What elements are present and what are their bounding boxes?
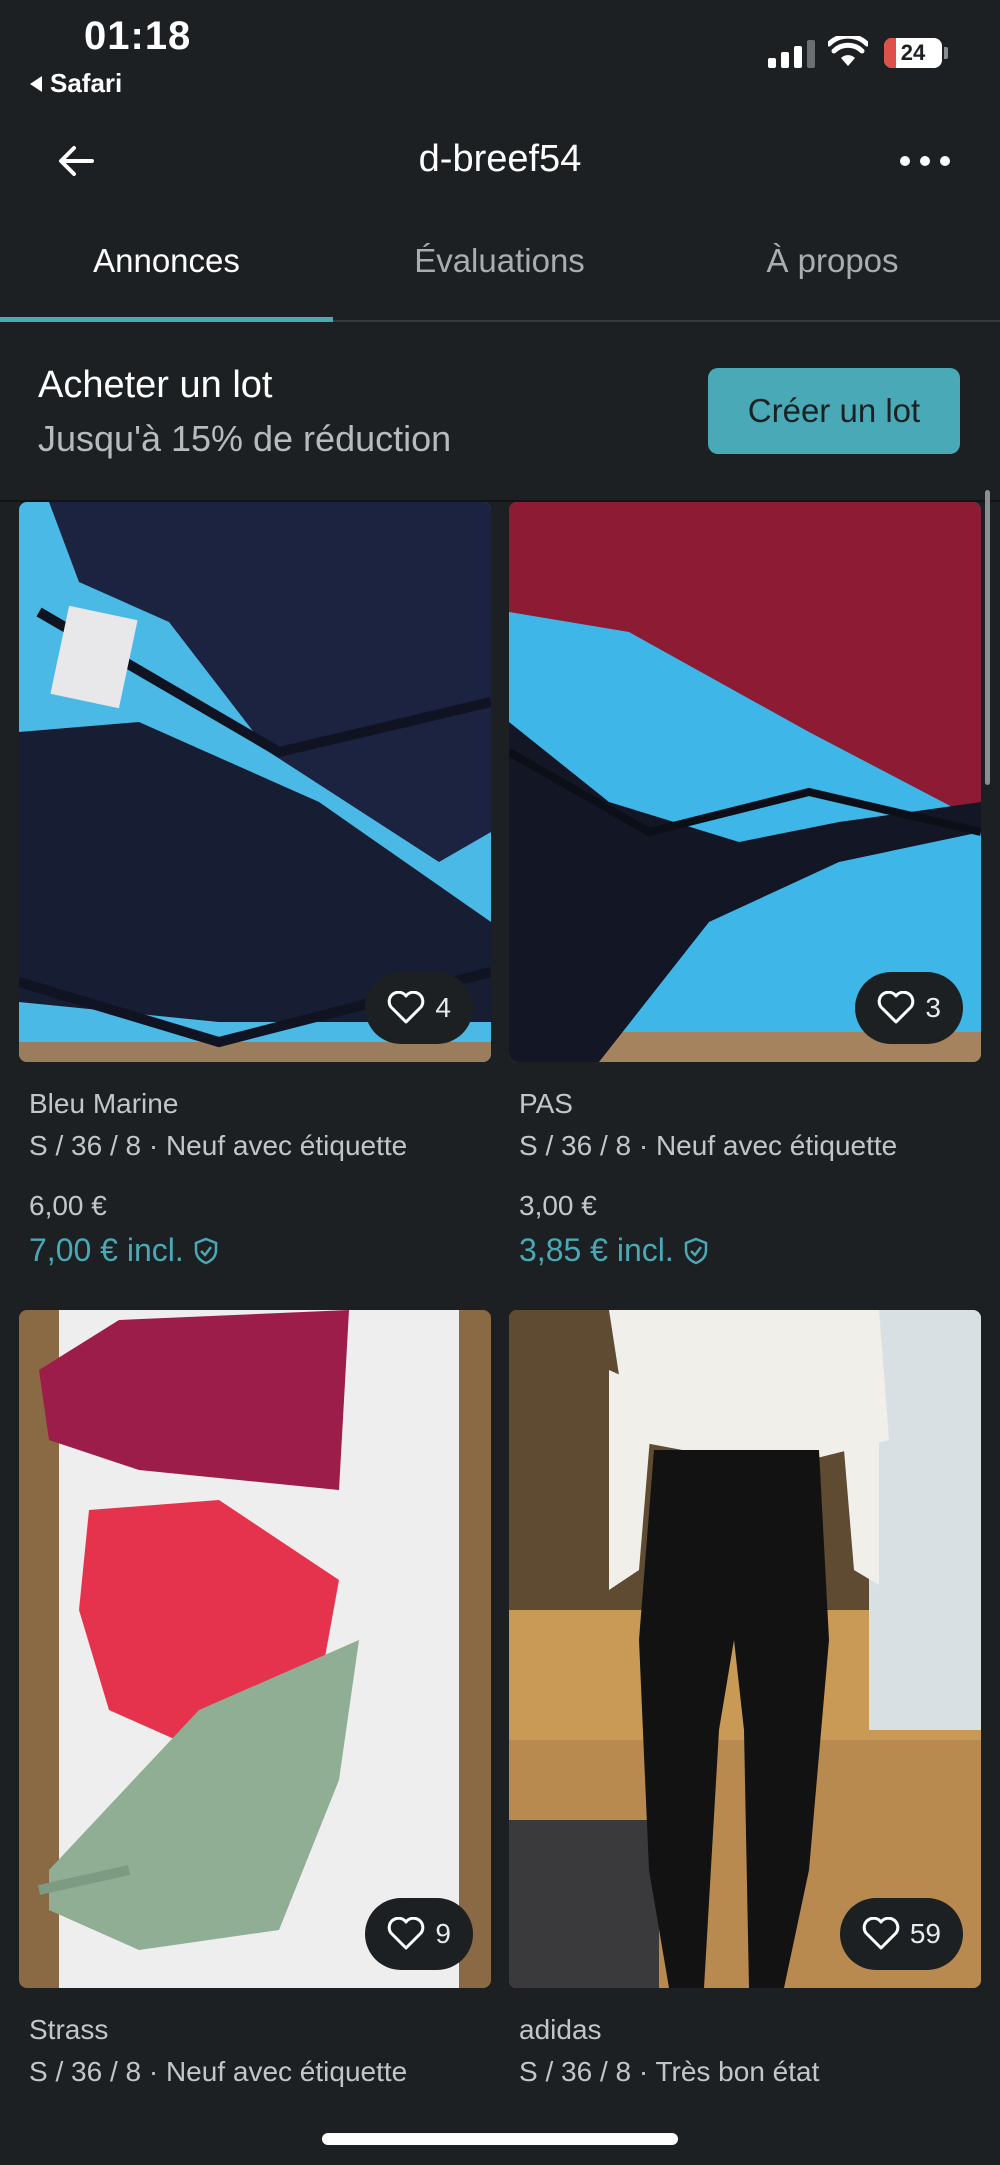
favorite-button[interactable]: 59 [839, 1898, 963, 1970]
item-size-condition: S / 36 / 8 · Neuf avec étiquette [29, 2056, 408, 2087]
status-bar: 01:18 Safari 24 [0, 0, 1000, 110]
page-title: d-breef54 [418, 138, 582, 180]
favorite-button[interactable]: 4 [365, 972, 473, 1044]
back-triangle-icon [30, 75, 42, 92]
item-photo[interactable]: 4 [19, 502, 491, 1062]
item-image [19, 1310, 491, 1988]
item-grid: 4 Bleu Marine S / 36 / 8 · Neuf avec éti… [0, 502, 1000, 2165]
item-price-incl[interactable]: 7,00 € incl. [29, 1232, 491, 1269]
item-title: Bleu Marine [29, 1088, 179, 1119]
favorite-button[interactable]: 9 [365, 1898, 473, 1970]
bundle-subtitle: Jusqu'à 15% de réduction [38, 418, 452, 459]
item-photo[interactable]: 3 [509, 502, 981, 1062]
item-title: Strass [29, 2014, 109, 2045]
scrollbar[interactable] [985, 490, 990, 785]
heart-icon [862, 1917, 900, 1950]
item-title: adidas [519, 2014, 602, 2045]
favorite-count: 4 [435, 992, 451, 1023]
item-image [509, 1310, 981, 1988]
item-size-condition: S / 36 / 8 · Très bon état [519, 2056, 820, 2087]
favorite-button[interactable]: 3 [855, 972, 963, 1044]
item-price: 3,00 € [519, 1190, 597, 1221]
back-app-label: Safari [50, 68, 123, 98]
wifi-icon [828, 36, 868, 66]
item-size-condition: S / 36 / 8 · Neuf avec étiquette [29, 1130, 408, 1161]
favorite-count: 59 [909, 1918, 941, 1949]
battery-tip [944, 47, 948, 59]
create-bundle-button[interactable]: Créer un lot [708, 368, 960, 454]
bundle-title: Acheter un lot [38, 364, 273, 406]
heart-icon [388, 991, 425, 1024]
profile-tabs: Annonces Évaluations À propos [0, 230, 1000, 322]
favorite-count: 9 [435, 1918, 451, 1949]
item-card[interactable]: 4 Bleu Marine S / 36 / 8 · Neuf avec éti… [19, 502, 491, 1269]
item-title: PAS [519, 1088, 573, 1119]
item-photo[interactable]: 59 [509, 1310, 981, 1988]
tab-annonces[interactable]: Annonces [0, 242, 333, 280]
item-photo[interactable]: 9 [19, 1310, 491, 1988]
heart-icon [878, 991, 915, 1024]
tab-evaluations[interactable]: Évaluations [333, 242, 666, 280]
price-incl-label: 3,85 € incl. [519, 1232, 674, 1268]
nav-bar: d-breef54 [0, 110, 1000, 210]
home-indicator[interactable] [322, 2133, 678, 2145]
tab-a-propos[interactable]: À propos [666, 242, 999, 280]
battery-icon: 24 [884, 38, 942, 68]
more-horizontal-icon[interactable] [900, 156, 950, 166]
back-to-safari-link[interactable]: Safari [30, 68, 122, 99]
item-price-incl[interactable]: 3,85 € incl. [519, 1232, 981, 1269]
cellular-icon [768, 40, 815, 68]
favorite-count: 3 [925, 992, 941, 1023]
bundle-banner: Acheter un lot Jusqu'à 15% de réduction … [0, 320, 1000, 502]
item-price: 6,00 € [29, 1190, 107, 1221]
item-size-condition: S / 36 / 8 · Neuf avec étiquette [519, 1130, 898, 1161]
item-card[interactable]: 9 Strass S / 36 / 8 · Neuf avec étiquett… [19, 1310, 491, 2088]
price-incl-label: 7,00 € incl. [29, 1232, 184, 1268]
item-card[interactable]: 59 adidas S / 36 / 8 · Très bon état [509, 1310, 981, 2088]
heart-icon [388, 1917, 425, 1950]
buyer-protection-shield-icon [684, 1237, 708, 1264]
item-card[interactable]: 3 PAS S / 36 / 8 · Neuf avec étiquette 3… [509, 502, 981, 1269]
battery-level: 24 [900, 40, 926, 65]
buyer-protection-shield-icon [194, 1237, 218, 1264]
status-time: 01:18 [84, 14, 192, 58]
